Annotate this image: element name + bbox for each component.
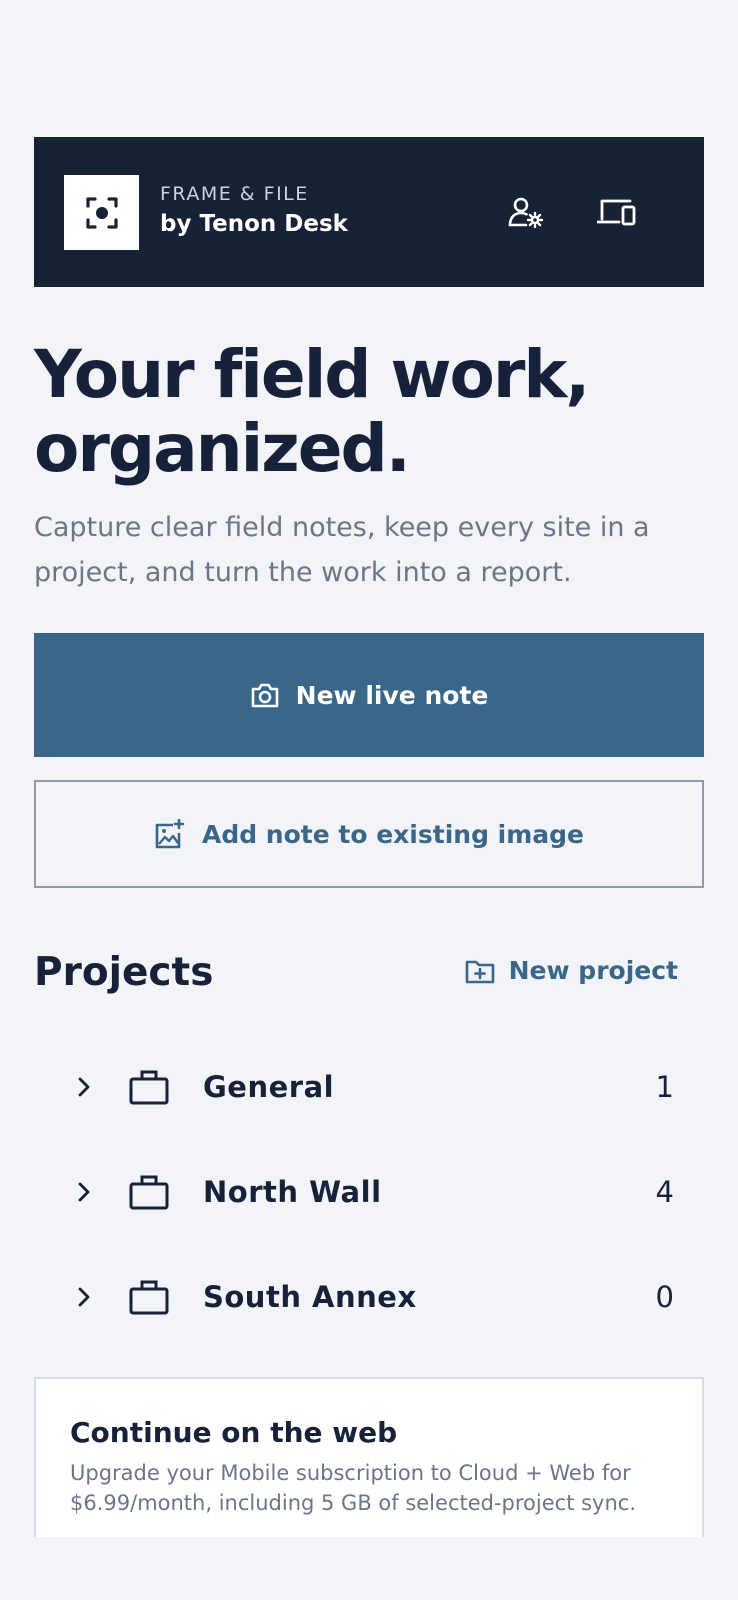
project-name: General	[203, 1070, 335, 1104]
chevron-right-icon[interactable]	[69, 1286, 99, 1308]
hero-title: Your field work, organized.	[34, 336, 590, 487]
hero-subtitle: Capture clear field notes, keep every si…	[34, 512, 650, 588]
project-row-general[interactable]: General 1	[34, 1042, 704, 1132]
card-title: Continue on the web	[70, 1416, 398, 1449]
camera-icon	[251, 683, 278, 708]
project-name: South Annex	[203, 1280, 417, 1314]
project-name: North Wall	[203, 1175, 382, 1209]
app-logo	[64, 175, 139, 250]
continue-web-card: Continue on the web Upgrade your Mobile …	[34, 1377, 704, 1537]
user-settings-icon	[508, 197, 544, 228]
add-note-existing-image-button[interactable]: Add note to existing image	[34, 780, 704, 888]
account-settings-button[interactable]	[503, 189, 549, 235]
new-project-button[interactable]: New project	[465, 956, 678, 985]
new-live-note-label: New live note	[295, 680, 489, 710]
folder-plus-icon	[465, 960, 494, 983]
focus-camera-icon	[85, 196, 118, 229]
add-note-existing-label: Add note to existing image	[201, 819, 585, 849]
add-image-icon	[155, 819, 185, 849]
project-count: 1	[655, 1070, 674, 1104]
card-description: Upgrade your Mobile subscription to Clou…	[70, 1461, 637, 1515]
devices-button[interactable]	[594, 189, 640, 235]
project-count: 0	[655, 1280, 674, 1314]
chevron-right-icon[interactable]	[69, 1076, 99, 1098]
briefcase-icon	[129, 1174, 169, 1210]
brand-name: FRAME & FILE	[160, 183, 309, 205]
project-row-south-annex[interactable]: South Annex 0	[34, 1252, 704, 1342]
briefcase-icon	[129, 1069, 169, 1105]
project-count: 4	[655, 1175, 674, 1209]
new-live-note-button[interactable]: New live note	[34, 633, 704, 757]
project-row-north-wall[interactable]: North Wall 4	[34, 1147, 704, 1237]
brand-byline: by Tenon Desk	[160, 211, 348, 237]
app-header: FRAME & FILE by Tenon Desk	[34, 137, 704, 287]
briefcase-icon	[129, 1279, 169, 1315]
projects-heading: Projects	[34, 950, 214, 995]
devices-icon	[597, 199, 636, 226]
chevron-right-icon[interactable]	[69, 1181, 99, 1203]
new-project-label: New project	[508, 956, 678, 985]
